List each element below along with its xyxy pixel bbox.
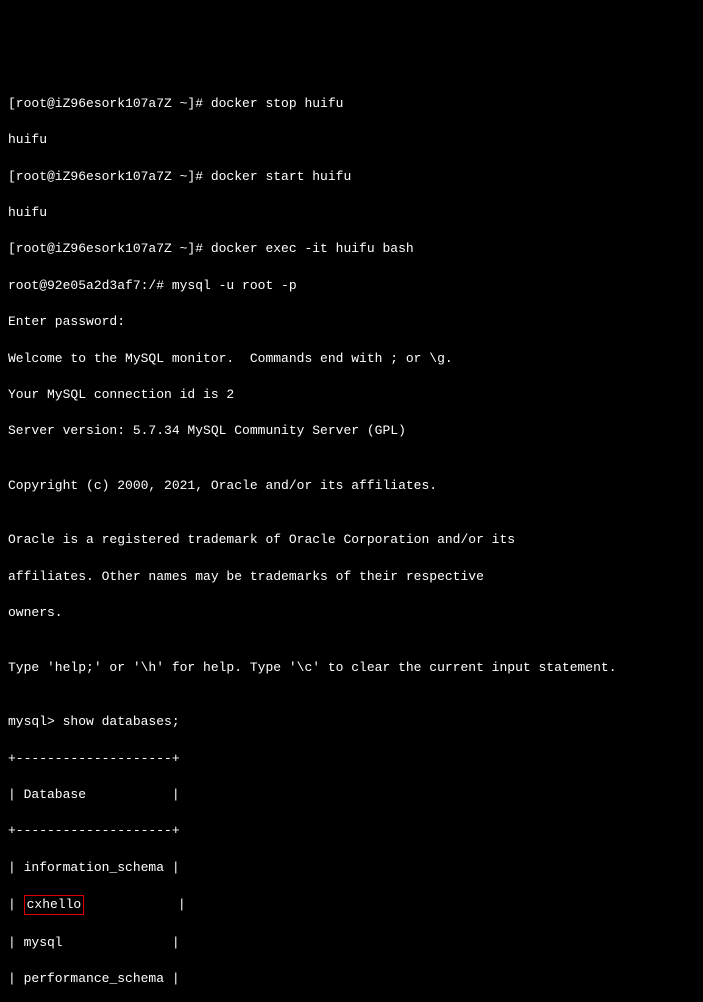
copyright-line: Copyright (c) 2000, 2021, Oracle and/or … bbox=[8, 477, 695, 495]
row-suffix: | bbox=[84, 897, 185, 912]
db-row-mysql: | mysql | bbox=[8, 934, 695, 952]
trademark-line: owners. bbox=[8, 604, 695, 622]
trademark-line: Oracle is a registered trademark of Orac… bbox=[8, 531, 695, 549]
table-header: | Database | bbox=[8, 786, 695, 804]
terminal[interactable]: [root@iZ96esork107a7Z ~]# docker stop hu… bbox=[8, 77, 695, 1002]
highlighted-db-name: cxhello bbox=[24, 895, 85, 915]
cmd-docker-exec: [root@iZ96esork107a7Z ~]# docker exec -i… bbox=[8, 240, 695, 258]
db-row-performance-schema: | performance_schema | bbox=[8, 970, 695, 988]
table-border: +--------------------+ bbox=[8, 750, 695, 768]
cmd-docker-stop: [root@iZ96esork107a7Z ~]# docker stop hu… bbox=[8, 95, 695, 113]
cmd-show-databases: mysql> show databases; bbox=[8, 713, 695, 731]
help-line: Type 'help;' or '\h' for help. Type '\c'… bbox=[8, 659, 695, 677]
mysql-version: Server version: 5.7.34 MySQL Community S… bbox=[8, 422, 695, 440]
cmd-mysql-login: root@92e05a2d3af7:/# mysql -u root -p bbox=[8, 277, 695, 295]
password-prompt: Enter password: bbox=[8, 313, 695, 331]
cmd-docker-start: [root@iZ96esork107a7Z ~]# docker start h… bbox=[8, 168, 695, 186]
mysql-conn-id: Your MySQL connection id is 2 bbox=[8, 386, 695, 404]
db-row-information-schema: | information_schema | bbox=[8, 859, 695, 877]
table-border: +--------------------+ bbox=[8, 822, 695, 840]
row-prefix: | bbox=[8, 897, 24, 912]
db-row-cxhello: | cxhello | bbox=[8, 895, 695, 915]
mysql-welcome: Welcome to the MySQL monitor. Commands e… bbox=[8, 350, 695, 368]
output-line: huifu bbox=[8, 204, 695, 222]
output-line: huifu bbox=[8, 131, 695, 149]
trademark-line: affiliates. Other names may be trademark… bbox=[8, 568, 695, 586]
